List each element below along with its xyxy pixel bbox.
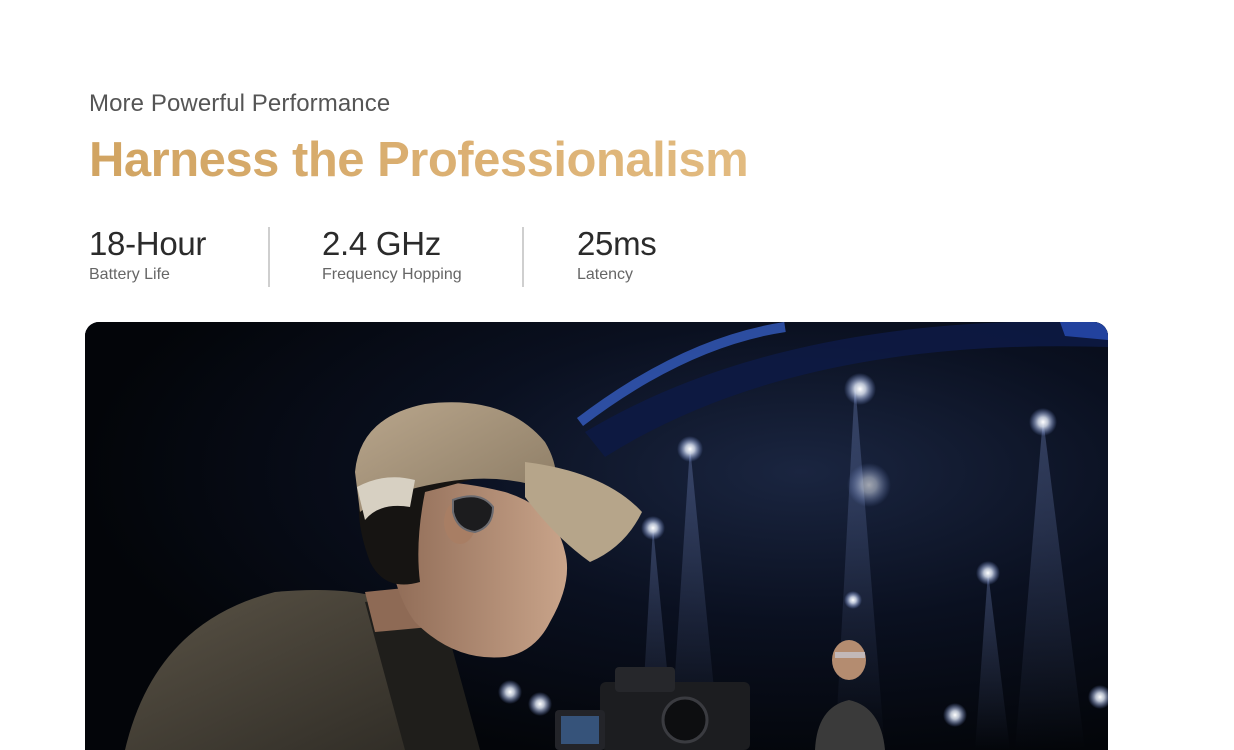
stat-value: 18-Hour bbox=[89, 225, 207, 262]
stat-divider bbox=[522, 227, 524, 287]
hero-image bbox=[85, 322, 1108, 750]
stats-row: 18-Hour Battery Life 2.4 GHz Frequency H… bbox=[89, 224, 657, 287]
stat-divider bbox=[268, 227, 270, 287]
camera-operator-illustration bbox=[85, 322, 1108, 750]
section-headline: Harness the Professionalism bbox=[89, 133, 749, 187]
stat-frequency-hopping: 2.4 GHz Frequency Hopping bbox=[322, 224, 522, 287]
stat-value: 2.4 GHz bbox=[322, 225, 441, 262]
stat-label: Frequency Hopping bbox=[322, 266, 462, 283]
stat-label: Battery Life bbox=[89, 266, 170, 283]
section-eyebrow: More Powerful Performance bbox=[89, 90, 391, 117]
stat-latency: 25ms Latency bbox=[577, 224, 657, 287]
stat-battery-life: 18-Hour Battery Life bbox=[89, 224, 268, 287]
product-feature-section: More Powerful Performance Harness the Pr… bbox=[0, 0, 1234, 750]
stat-label: Latency bbox=[577, 266, 634, 283]
stat-value: 25ms bbox=[577, 225, 657, 262]
